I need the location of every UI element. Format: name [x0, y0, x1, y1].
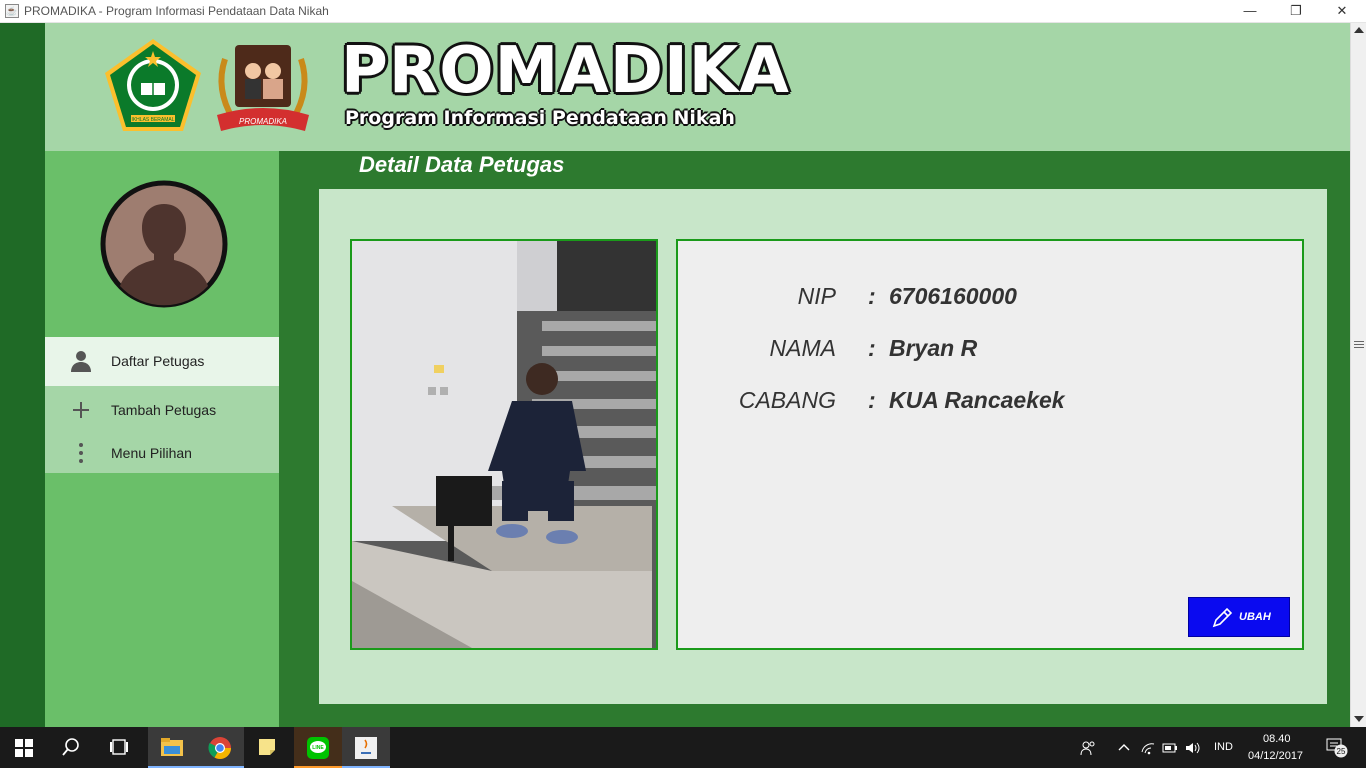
field-label-cabang: CABANG — [738, 387, 836, 413]
field-row-cabang: CABANG : KUA Rancaekek — [678, 387, 1306, 421]
battery-icon[interactable] — [1162, 740, 1178, 756]
window-title: PROMADIKA - Program Informasi Pendataan … — [24, 4, 329, 18]
search-button[interactable] — [48, 727, 96, 768]
sidebar-item-label: Tambah Petugas — [111, 402, 217, 418]
brand-title: PROMADIKA — [341, 34, 790, 108]
edit-button-label: UBAH — [1239, 611, 1271, 623]
user-icon — [71, 351, 91, 372]
left-strip — [0, 23, 45, 727]
java-icon — [355, 737, 377, 759]
brand-subtitle: Program Informasi Pendataan Nikah — [345, 107, 735, 129]
window-titlebar: ☕ PROMADIKA - Program Informasi Pendataa… — [0, 0, 1366, 23]
clock-time[interactable]: 08.40 — [1263, 733, 1291, 745]
sidebar: Daftar Petugas Tambah Petugas Menu Pilih… — [45, 151, 279, 727]
promadika-logo: PROMADIKA — [217, 45, 309, 131]
detail-content: NIP : 6706160000 NAMA : Bryan R CABANG :… — [319, 189, 1327, 704]
notification-center-icon[interactable]: 25 — [1326, 736, 1348, 758]
wifi-icon[interactable] — [1140, 740, 1156, 756]
sidebar-item-label: Menu Pilihan — [111, 445, 192, 461]
svg-text:LINE: LINE — [312, 745, 324, 751]
taskbar-file-explorer[interactable] — [148, 727, 196, 768]
sidebar-item-menu-pilihan[interactable]: Menu Pilihan — [45, 435, 279, 473]
taskbar-java[interactable] — [342, 727, 390, 768]
scroll-thumb[interactable] — [1354, 341, 1364, 351]
sidebar-menu: Daftar Petugas Tambah Petugas Menu Pilih… — [45, 337, 279, 473]
notification-count: 25 — [1337, 747, 1346, 756]
minimize-button[interactable]: — — [1227, 0, 1273, 23]
field-separator: : — [868, 335, 876, 361]
taskbar-sticky-notes[interactable] — [244, 727, 292, 768]
java-app-icon: ☕ — [5, 4, 19, 18]
volume-icon[interactable] — [1185, 740, 1201, 756]
taskbar-chrome[interactable] — [196, 727, 244, 768]
maximize-button[interactable]: ❐ — [1273, 0, 1319, 23]
sidebar-item-tambah-petugas[interactable]: Tambah Petugas — [45, 386, 279, 435]
edit-button[interactable]: UBAH — [1188, 597, 1290, 637]
field-separator: : — [868, 283, 876, 309]
field-value-nip: 6706160000 — [889, 283, 1017, 309]
chevron-up-icon[interactable] — [1116, 740, 1132, 756]
folder-icon — [161, 738, 183, 756]
avatar — [100, 180, 228, 308]
taskbar-line[interactable]: LINE — [294, 727, 342, 768]
page-title: Detail Data Petugas — [359, 152, 565, 177]
field-row-nama: NAMA : Bryan R — [678, 335, 1306, 369]
chrome-icon — [208, 737, 231, 759]
field-separator: : — [868, 387, 876, 413]
plus-icon — [73, 402, 89, 418]
start-button[interactable] — [0, 727, 48, 768]
svg-text:PROMADIKA: PROMADIKA — [239, 117, 287, 126]
people-icon[interactable] — [1080, 740, 1096, 756]
sticky-notes-icon — [259, 739, 275, 755]
officer-photo — [350, 239, 658, 650]
task-view-icon — [110, 739, 128, 755]
scroll-down-arrow-icon[interactable] — [1354, 716, 1364, 722]
detail-panel: NIP : 6706160000 NAMA : Bryan R CABANG :… — [676, 239, 1304, 650]
language-indicator[interactable]: IND — [1214, 741, 1233, 753]
windows-logo-icon — [15, 739, 33, 757]
field-value-cabang: KUA Rancaekek — [889, 387, 1065, 413]
field-label-nip: NIP — [797, 283, 836, 309]
sidebar-item-label: Daftar Petugas — [111, 353, 205, 369]
sidebar-item-daftar-petugas[interactable]: Daftar Petugas — [45, 337, 279, 386]
officer-photo-image — [352, 241, 656, 648]
field-label-nama: NAMA — [769, 335, 836, 361]
scroll-up-arrow-icon[interactable] — [1354, 27, 1364, 33]
more-vertical-icon — [79, 443, 83, 463]
search-icon — [62, 738, 79, 756]
field-value-nama: Bryan R — [889, 335, 978, 361]
app-header: IKHLAS BERAMAL PROMADIKA PROMADIKA Progr… — [45, 23, 1350, 151]
task-view-button[interactable] — [96, 727, 144, 768]
clock-date[interactable]: 04/12/2017 — [1248, 750, 1303, 762]
line-app-icon: LINE — [307, 737, 329, 759]
close-button[interactable]: ✕ — [1319, 0, 1365, 23]
pencil-icon — [1212, 607, 1233, 628]
svg-text:IKHLAS BERAMAL: IKHLAS BERAMAL — [131, 117, 174, 123]
kemenag-logo: IKHLAS BERAMAL — [105, 39, 201, 131]
windows-taskbar: LINE IND 08.40 04/12/2017 25 — [0, 727, 1366, 768]
field-row-nip: NIP : 6706160000 — [678, 283, 1306, 317]
vertical-scrollbar[interactable] — [1350, 23, 1366, 727]
